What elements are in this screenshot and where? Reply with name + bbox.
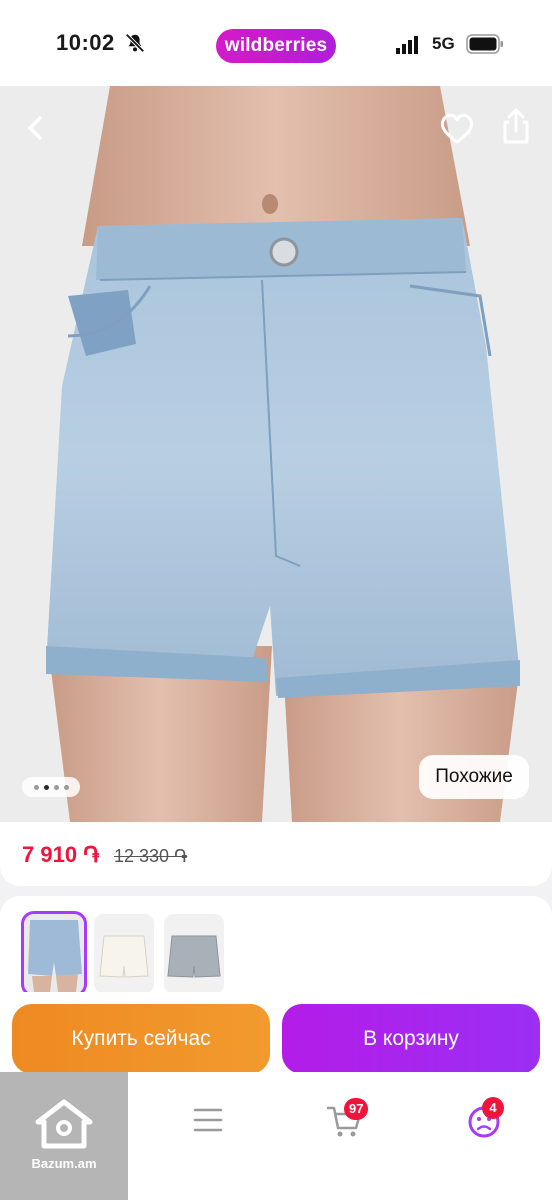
wildberries-pill[interactable]: wildberries (216, 29, 336, 63)
product-image[interactable]: Похожие (0, 86, 552, 822)
carousel-dot (53, 784, 59, 790)
battery-icon (466, 34, 503, 54)
status-bar: 10:02 wildberries 5G (0, 0, 552, 86)
variant-thumb-light-blue[interactable] (21, 911, 87, 997)
price-card: 7 910 ֏ 12 330 ֏ (0, 822, 552, 886)
heart-icon[interactable] (438, 110, 476, 146)
variant-thumb-white[interactable] (94, 914, 154, 994)
carousel-dots[interactable] (22, 777, 80, 797)
action-bar: Купить сейчас В корзину (0, 992, 552, 1082)
current-price: 7 910 ֏ (22, 842, 100, 867)
share-icon[interactable] (498, 106, 534, 146)
add-to-cart-button[interactable]: В корзину (282, 1004, 540, 1074)
variant-thumb-grey[interactable] (164, 914, 224, 994)
carousel-dot (63, 784, 69, 790)
old-price: 12 330 ֏ (114, 846, 188, 866)
cart-badge: 97 (344, 1098, 369, 1120)
watermark-house-icon (35, 1099, 93, 1149)
carousel-dot-active (43, 784, 49, 790)
back-icon[interactable] (18, 110, 54, 146)
menu-icon[interactable] (186, 1098, 230, 1142)
bell-off-icon (125, 33, 145, 53)
variant-grey-image (164, 914, 224, 994)
status-time: 10:02 (56, 30, 115, 55)
profile-badge: 4 (482, 1097, 504, 1119)
buy-now-button[interactable]: Купить сейчас (12, 1004, 270, 1074)
watermark: Bazum.am (0, 1072, 128, 1200)
signal-icon (396, 36, 418, 54)
variant-light-blue-image (24, 914, 84, 994)
watermark-text: Bazum.am (31, 1156, 97, 1171)
variant-white-image (94, 914, 154, 994)
product-photo (0, 86, 552, 822)
carousel-dot (33, 784, 39, 790)
network-type: 5G (432, 34, 455, 53)
similar-button[interactable]: Похожие (419, 755, 529, 799)
